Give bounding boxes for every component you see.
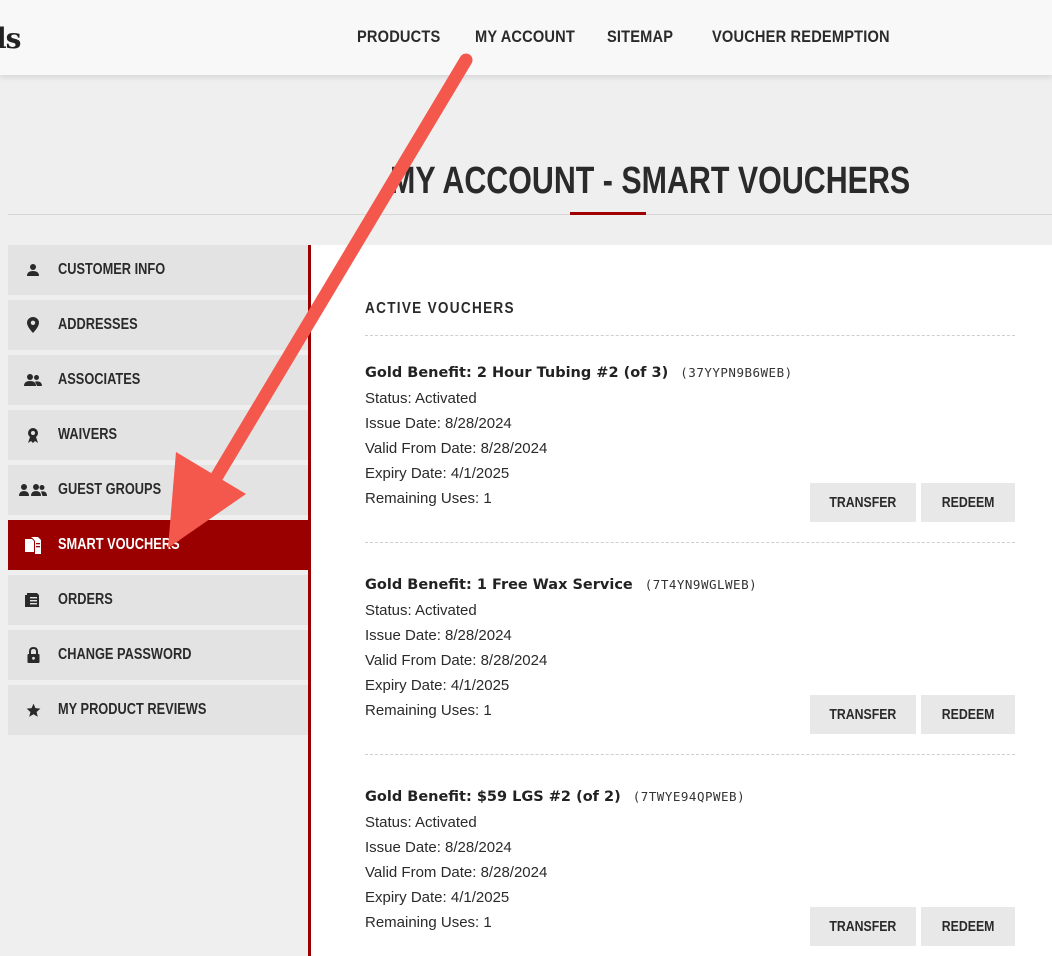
- voucher-expiry: Expiry Date: 4/1/2025: [365, 465, 510, 482]
- divider: [365, 754, 1015, 755]
- voucher-name: Gold Benefit: 2 Hour Tubing #2 (of 3): [365, 365, 669, 381]
- voucher-issue-date: Issue Date: 8/28/2024: [365, 627, 512, 644]
- voucher-expiry: Expiry Date: 4/1/2025: [365, 677, 510, 694]
- ribbon-icon: [8, 410, 58, 460]
- sidebar-item-label: GUEST GROUPS: [58, 481, 162, 498]
- voucher-title: Gold Benefit: 2 Hour Tubing #2 (of 3) (37…: [365, 364, 793, 382]
- voucher-valid-from: Valid From Date: 8/28/2024: [365, 864, 548, 881]
- voucher-issue-date: Issue Date: 8/28/2024: [365, 839, 512, 856]
- sidebar-item-label: CHANGE PASSWORD: [58, 646, 192, 663]
- voucher-code: (7T4YN9WGLWEB): [644, 577, 758, 592]
- voucher-name: Gold Benefit: $59 LGS #2 (of 2): [365, 789, 621, 805]
- nav-sitemap[interactable]: SITEMAP: [607, 27, 673, 47]
- sidebar-item-associates[interactable]: ASSOCIATES: [8, 355, 308, 405]
- redeem-button[interactable]: REDEEM: [921, 483, 1015, 522]
- voucher-status: Status: Activated: [365, 390, 477, 407]
- people-icon: [8, 355, 58, 405]
- voucher-remaining-uses: Remaining Uses: 1: [365, 702, 492, 719]
- page-title: MY ACCOUNT - SMART VOUCHERS: [390, 160, 911, 202]
- group-icon: [8, 465, 58, 515]
- voucher-title: Gold Benefit: 1 Free Wax Service (7T4YN9W…: [365, 576, 757, 594]
- redeem-button[interactable]: REDEEM: [921, 907, 1015, 946]
- transfer-button-label: TRANSFER: [829, 706, 897, 723]
- divider: [365, 335, 1015, 336]
- sidebar-item-label: ORDERS: [58, 591, 113, 608]
- sidebar-item-label: MY PRODUCT REVIEWS: [58, 701, 207, 718]
- sidebar-item-smart-vouchers[interactable]: SMART VOUCHERS: [8, 520, 308, 570]
- voucher-card: Gold Benefit: $59 LGS #2 (of 2) (7TWYE94Q…: [365, 788, 1015, 956]
- sidebar-item-label: WAIVERS: [58, 426, 118, 443]
- title-accent-bar: [570, 212, 646, 215]
- voucher-expiry: Expiry Date: 4/1/2025: [365, 889, 510, 906]
- redeem-button[interactable]: REDEEM: [921, 695, 1015, 734]
- main-nav: PRODUCTS MY ACCOUNT SITEMAP VOUCHER REDE…: [0, 27, 1052, 51]
- nav-my-account[interactable]: MY ACCOUNT: [475, 27, 575, 47]
- redeem-button-label: REDEEM: [941, 494, 995, 511]
- vouchers-panel: ACTIVE VOUCHERS Gold Benefit: 2 Hour Tub…: [311, 245, 1052, 956]
- voucher-code: (37YYPN9B6WEB): [680, 365, 793, 380]
- sidebar-item-label: ASSOCIATES: [58, 371, 141, 388]
- map-pin-icon: [8, 300, 58, 350]
- lock-icon: [8, 630, 58, 680]
- voucher-status: Status: Activated: [365, 814, 477, 831]
- voucher-card: Gold Benefit: 1 Free Wax Service (7T4YN9W…: [365, 576, 1015, 756]
- voucher-remaining-uses: Remaining Uses: 1: [365, 490, 492, 507]
- voucher-remaining-uses: Remaining Uses: 1: [365, 914, 492, 931]
- voucher-valid-from: Valid From Date: 8/28/2024: [365, 440, 548, 457]
- sidebar-item-customer-info[interactable]: CUSTOMER INFO: [8, 245, 308, 295]
- person-icon: [8, 245, 58, 295]
- nav-voucher-redemption[interactable]: VOUCHER REDEMPTION: [712, 27, 890, 47]
- transfer-button[interactable]: TRANSFER: [810, 907, 916, 946]
- sidebar-item-label: SMART VOUCHERS: [58, 536, 180, 553]
- sidebar-item-my-product-reviews[interactable]: MY PRODUCT REVIEWS: [8, 685, 308, 735]
- voucher-code: (7TWYE94QPWEB): [632, 789, 746, 804]
- sidebar-item-addresses[interactable]: ADDRESSES: [8, 300, 308, 350]
- voucher-card: Gold Benefit: 2 Hour Tubing #2 (of 3) (37…: [365, 364, 1015, 544]
- divider: [365, 542, 1015, 543]
- sidebar-item-label: ADDRESSES: [58, 316, 138, 333]
- documents-icon: [8, 520, 58, 570]
- sidebar-item-change-password[interactable]: CHANGE PASSWORD: [8, 630, 308, 680]
- transfer-button-label: TRANSFER: [829, 494, 897, 511]
- sidebar-item-guest-groups[interactable]: GUEST GROUPS: [8, 465, 308, 515]
- nav-products[interactable]: PRODUCTS: [357, 27, 440, 47]
- title-divider: [8, 214, 1052, 215]
- transfer-button[interactable]: TRANSFER: [810, 483, 916, 522]
- voucher-status: Status: Activated: [365, 602, 477, 619]
- voucher-title: Gold Benefit: $59 LGS #2 (of 2) (7TWYE94Q…: [365, 788, 745, 806]
- transfer-button[interactable]: TRANSFER: [810, 695, 916, 734]
- redeem-button-label: REDEEM: [941, 918, 995, 935]
- orders-icon: [8, 575, 58, 625]
- section-title: ACTIVE VOUCHERS: [365, 300, 515, 317]
- star-icon: [8, 685, 58, 735]
- sidebar-item-label: CUSTOMER INFO: [58, 261, 166, 278]
- top-header: ls PRODUCTS MY ACCOUNT SITEMAP VOUCHER R…: [0, 0, 1052, 75]
- voucher-issue-date: Issue Date: 8/28/2024: [365, 415, 512, 432]
- sidebar-item-orders[interactable]: ORDERS: [8, 575, 308, 625]
- sidebar-item-waivers[interactable]: WAIVERS: [8, 410, 308, 460]
- transfer-button-label: TRANSFER: [829, 918, 897, 935]
- redeem-button-label: REDEEM: [941, 706, 995, 723]
- voucher-name: Gold Benefit: 1 Free Wax Service: [365, 577, 633, 593]
- voucher-valid-from: Valid From Date: 8/28/2024: [365, 652, 548, 669]
